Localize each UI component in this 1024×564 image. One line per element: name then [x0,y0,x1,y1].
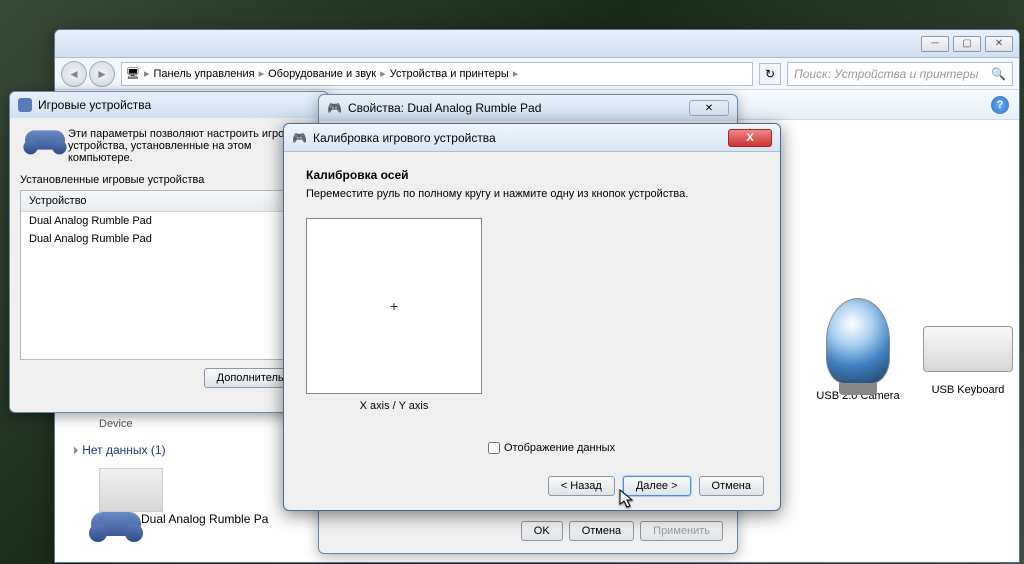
game-devices-titlebar[interactable]: Игровые устройства [10,92,328,118]
device-label: Dual Analog Rumble Pa [141,512,268,526]
wizard-instruction: Переместите руль по полному кругу и нажм… [306,188,758,200]
device-item-keyboard[interactable]: USB Keyboard [913,298,1023,396]
group-heading[interactable]: Нет данных (1) [69,443,166,457]
window-title: Свойства: Dual Analog Rumble Pad [348,101,541,115]
checkbox-label: Отображение данных [504,442,615,454]
explorer-navbar: ◄ ► 🖥 ▸ Панель управления ▸ Оборудование… [55,58,1019,90]
window-title: Калибровка игрового устройства [313,131,496,145]
axis-caption: X axis / Y axis [306,400,482,412]
back-button[interactable]: ◄ [61,61,87,87]
forward-button[interactable]: ► [89,61,115,87]
help-icon[interactable]: ? [991,96,1009,114]
folder-icon: 🖥 [126,67,140,80]
list-label: Установленные игровые устройства [20,174,318,186]
keyboard-icon [923,326,1013,372]
description-row: Эти параметры позволяют настроить игровы… [20,128,318,164]
device-item-camera[interactable]: USB 2.0 Camera [803,298,913,402]
search-input[interactable]: Поиск: Устройства и принтеры 🔍 [787,62,1013,86]
refresh-button[interactable]: ↻ [759,63,781,85]
nav-buttons: ◄ ► [61,61,115,87]
breadcrumb-item[interactable]: Оборудование и звук [268,68,376,80]
axis-preview: + [306,218,482,394]
gamepad-icon [91,512,141,548]
show-data-checkbox[interactable]: Отображение данных [488,442,615,454]
search-icon: 🔍 [991,67,1006,81]
checkbox-input[interactable] [488,442,500,454]
minimize-button[interactable]: ─ [921,36,949,52]
close-button[interactable]: ✕ [985,36,1013,52]
game-devices-window: Игровые устройства Эти параметры позволя… [9,91,329,413]
apply-button[interactable]: Применить [640,521,723,541]
wizard-heading: Калибровка осей [306,168,758,182]
device-thumbnail[interactable] [99,468,163,512]
cancel-button[interactable]: Отмена [569,521,634,541]
gamepad-icon: 🎮 [292,131,307,145]
column-header[interactable]: Устройство [21,191,317,212]
back-button[interactable]: < Назад [548,476,615,496]
description-text: Эти параметры позволяют настроить игровы… [68,128,318,164]
cancel-button[interactable]: Отмена [699,476,764,496]
breadcrumb-item[interactable]: Панель управления [154,68,255,80]
device-name: USB Keyboard [913,384,1023,396]
close-button[interactable]: ✕ [689,100,729,116]
breadcrumb[interactable]: 🖥 ▸ Панель управления ▸ Оборудование и з… [121,62,753,86]
gamepad-icon: 🎮 [327,101,342,115]
camera-icon [826,298,890,384]
explorer-titlebar: ─ ▢ ✕ [55,30,1019,58]
close-button[interactable]: X [728,129,772,147]
device-list[interactable]: Устройство Dual Analog Rumble Pad Dual A… [20,190,318,360]
device-column-label: Device [99,418,133,430]
gamepad-icon [20,128,60,156]
calibration-window: 🎮 Калибровка игрового устройства X Калиб… [283,123,781,511]
crosshair-icon: + [390,298,398,314]
gamepad-icon [18,98,32,112]
next-button[interactable]: Далее > [623,476,691,496]
calibration-titlebar[interactable]: 🎮 Калибровка игрового устройства X [284,124,780,152]
breadcrumb-item[interactable]: Устройства и принтеры [390,68,509,80]
properties-titlebar[interactable]: 🎮 Свойства: Dual Analog Rumble Pad ✕ [319,95,737,121]
list-item[interactable]: Dual Analog Rumble Pad [21,212,317,230]
search-placeholder: Поиск: Устройства и принтеры [794,67,978,81]
ok-button[interactable]: OK [521,521,563,541]
window-title: Игровые устройства [38,98,151,112]
maximize-button[interactable]: ▢ [953,36,981,52]
list-item[interactable]: Dual Analog Rumble Pad [21,230,317,248]
